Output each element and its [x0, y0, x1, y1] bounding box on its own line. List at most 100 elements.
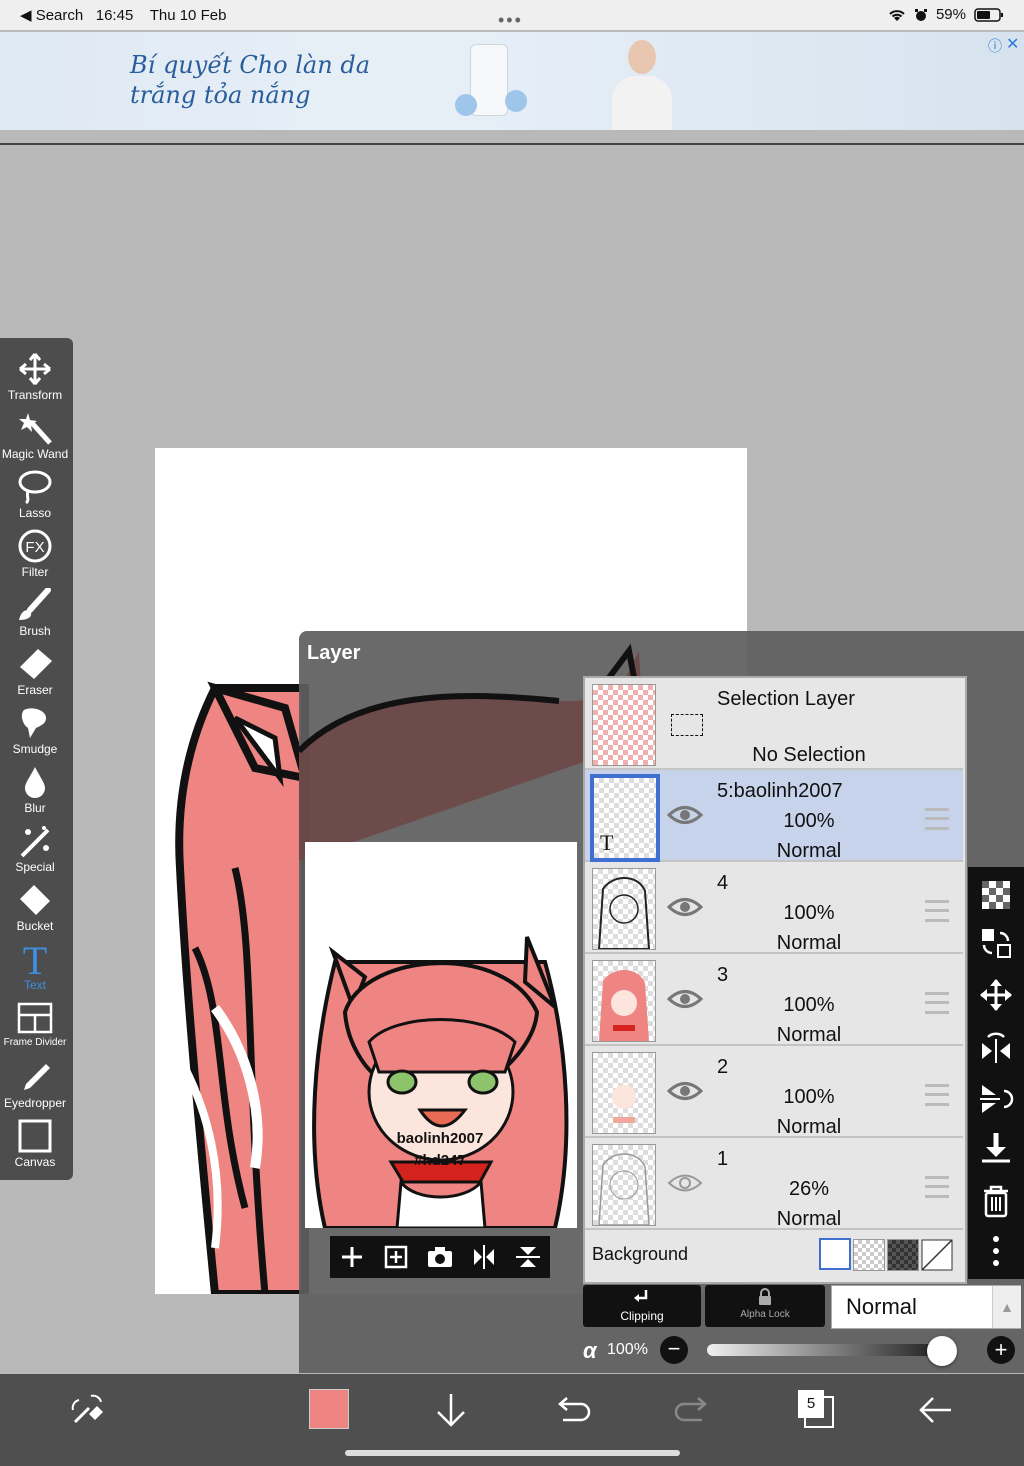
drag-handle-icon[interactable] — [925, 1084, 949, 1106]
camera-icon[interactable] — [426, 1243, 454, 1271]
back-to-search[interactable]: ◀ Search — [20, 7, 83, 24]
tool-transform[interactable]: Transform — [0, 348, 70, 407]
opacity-decrease-button[interactable]: − — [660, 1336, 688, 1364]
tool-lasso[interactable]: Lasso — [0, 466, 70, 525]
flip-horizontal-icon[interactable] — [978, 1029, 1014, 1065]
tool-eraser[interactable]: Eraser — [0, 643, 70, 702]
tool-canvas[interactable]: Canvas — [0, 1115, 70, 1174]
flip-vertical-icon[interactable] — [978, 1081, 1014, 1117]
layer-thumbnail — [592, 1052, 656, 1134]
redo-icon[interactable] — [674, 1392, 712, 1428]
opacity-slider-track[interactable] — [707, 1344, 957, 1356]
bg-none-swatch[interactable] — [921, 1239, 953, 1271]
checkerboard-icon[interactable] — [978, 877, 1014, 913]
layer-row-3[interactable]: 3 100% Normal — [585, 954, 963, 1046]
layer-list: Selection Layer No Selection T 5:baolinh… — [583, 676, 967, 1284]
ad-banner[interactable]: Bí quyết Cho làn da trắng tỏa nắng ⓘ ✕ — [0, 32, 1024, 130]
layer-blend-mode: Normal — [776, 1116, 842, 1138]
svg-text:FX: FX — [25, 539, 44, 556]
drag-handle-icon[interactable] — [925, 808, 949, 830]
layer-thumbnail — [592, 868, 656, 950]
selection-status: No Selection — [752, 744, 866, 766]
tool-blur[interactable]: Blur — [0, 761, 70, 820]
bg-transparent-light-swatch[interactable] — [853, 1239, 885, 1271]
layer-opacity: 100% — [783, 902, 835, 924]
opacity-increase-button[interactable]: + — [987, 1336, 1015, 1364]
blend-mode-select[interactable]: Normal ▲ — [831, 1285, 1021, 1329]
drag-handle-icon[interactable] — [925, 992, 949, 1014]
clipping-button[interactable]: Clipping — [583, 1285, 701, 1327]
status-time: 16:45 — [95, 7, 134, 24]
status-bar: ◀ Search 16:45 Thu 10 Feb ••• 59% — [0, 0, 1024, 30]
tool-special[interactable]: Special — [0, 820, 70, 879]
layer-row-5[interactable]: T 5:baolinh2007 100% Normal — [585, 770, 963, 862]
tool-magic-wand[interactable]: Magic Wand — [0, 407, 70, 466]
layer-blend-mode: Normal — [776, 1024, 842, 1046]
bg-transparent-dark-swatch[interactable] — [887, 1239, 919, 1271]
hidden-eye-icon[interactable] — [667, 1172, 703, 1194]
layer-thumbnail — [592, 1144, 656, 1226]
tool-brush[interactable]: Brush — [0, 584, 70, 643]
add-layer-icon[interactable] — [338, 1243, 366, 1271]
selection-marquee-icon — [671, 714, 703, 736]
selection-layer-row[interactable]: Selection Layer No Selection — [585, 678, 963, 770]
visibility-eye-icon[interactable] — [667, 804, 703, 826]
tool-panel: Transform Magic Wand Lasso FX Filter Bru… — [0, 338, 73, 1180]
background-label: Background — [592, 1244, 689, 1264]
add-layer-copy-icon[interactable] — [382, 1243, 410, 1271]
ad-info-icon[interactable]: ⓘ — [988, 36, 1002, 56]
arrow-down-icon[interactable] — [432, 1390, 470, 1430]
layer-actions-toolbar — [968, 867, 1024, 1279]
opacity-value: 100% — [607, 1341, 648, 1358]
tool-label: Transform — [7, 388, 63, 402]
visibility-eye-icon[interactable] — [667, 1080, 703, 1102]
divider — [0, 143, 1024, 145]
flip-horizontal-icon[interactable] — [470, 1243, 498, 1271]
layer-count: 5 — [798, 1390, 824, 1418]
tool-eyedropper[interactable]: Eyedropper — [0, 1056, 70, 1115]
undo-icon[interactable] — [553, 1392, 591, 1428]
background-row[interactable]: Background — [585, 1230, 963, 1280]
tool-label: Special — [15, 860, 55, 874]
transform-icon — [19, 353, 51, 385]
tool-filter[interactable]: FX Filter — [0, 525, 70, 584]
tool-text[interactable]: T Text — [0, 938, 70, 997]
tool-label: Smudge — [12, 742, 58, 756]
lasso-icon — [18, 470, 52, 504]
ad-close-icon[interactable]: ✕ — [1006, 34, 1019, 54]
opacity-slider-thumb[interactable] — [927, 1336, 957, 1366]
brush-icon — [19, 588, 51, 620]
transfer-layer-icon[interactable] — [978, 925, 1014, 961]
bg-white-swatch[interactable] — [819, 1238, 851, 1270]
quick-switch-icon[interactable] — [67, 1392, 105, 1430]
layer-row-2[interactable]: 2 100% Normal — [585, 1046, 963, 1138]
drag-handle-icon[interactable] — [925, 1176, 949, 1198]
layer-name: 2 — [717, 1056, 729, 1078]
visibility-eye-icon[interactable] — [667, 896, 703, 918]
drag-handle-icon[interactable] — [925, 900, 949, 922]
more-options-icon[interactable] — [978, 1233, 1014, 1269]
layer-opacity: 100% — [783, 810, 835, 832]
tool-label: Brush — [19, 624, 51, 638]
tool-smudge[interactable]: Smudge — [0, 702, 70, 761]
trash-icon[interactable] — [978, 1183, 1014, 1219]
layers-button[interactable]: 5 — [798, 1390, 834, 1428]
visibility-eye-icon[interactable] — [667, 988, 703, 1010]
current-color-swatch[interactable] — [309, 1389, 349, 1429]
layer-preview[interactable]: baolinh2007 #hd247 — [305, 842, 577, 1228]
move-icon[interactable] — [978, 977, 1014, 1013]
text-icon: T — [23, 942, 47, 976]
layer-row-1[interactable]: 1 26% Normal — [585, 1138, 963, 1230]
tool-label: Bucket — [16, 919, 54, 933]
flip-vertical-icon[interactable] — [514, 1243, 542, 1271]
tool-bucket[interactable]: Bucket — [0, 879, 70, 938]
merge-down-icon[interactable] — [978, 1131, 1014, 1167]
layer-panel-title: Layer — [307, 642, 361, 664]
clipping-label: Clipping — [620, 1309, 664, 1323]
multitask-dots-icon[interactable]: ••• — [498, 10, 523, 31]
back-arrow-icon[interactable] — [917, 1394, 955, 1426]
alpha-lock-button[interactable]: Alpha Lock — [705, 1285, 825, 1327]
layer-row-4[interactable]: 4 100% Normal — [585, 862, 963, 954]
home-indicator[interactable] — [345, 1450, 680, 1456]
tool-frame-divider[interactable]: Frame Divider — [0, 997, 70, 1056]
